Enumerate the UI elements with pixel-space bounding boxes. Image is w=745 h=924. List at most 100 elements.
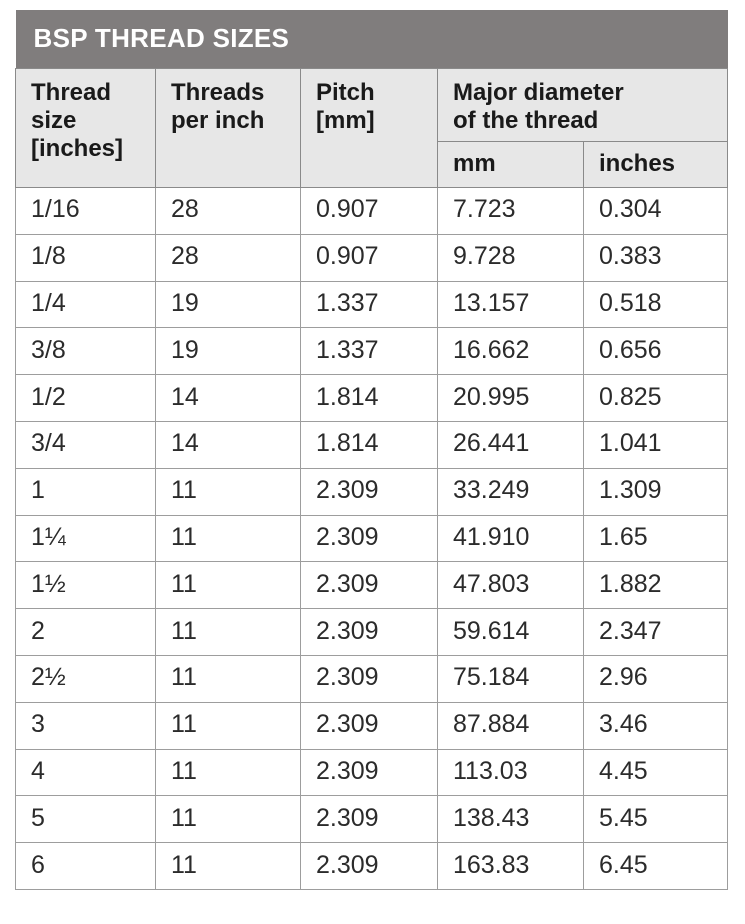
cell-threads-per-inch: 19 (155, 280, 301, 329)
cell-major-diameter-inches: 0.656 (582, 327, 729, 376)
cell-major-diameter-mm: 7.723 (437, 187, 584, 235)
cell-major-diameter-mm: 33.249 (437, 467, 584, 516)
cell-major-diameter-mm: 75.184 (437, 655, 584, 703)
cell-major-diameter-mm: 9.728 (437, 233, 584, 282)
cell-pitch-mm: 0.907 (300, 233, 438, 282)
cell-threads-per-inch: 14 (155, 421, 301, 469)
cell-major-diameter-inches: 1.041 (582, 421, 729, 469)
header-thread-size-line1: Thread (31, 79, 112, 106)
cell-threads-per-inch: 11 (155, 748, 301, 797)
cell-thread-size: 5 (15, 795, 156, 844)
cell-major-diameter-mm: 20.995 (437, 374, 584, 423)
cell-thread-size: 6 (15, 842, 156, 890)
cell-pitch-mm: 2.309 (300, 608, 438, 657)
header-threads-per-inch-line1: Threads (171, 79, 265, 106)
cell-pitch-mm: 1.337 (300, 327, 438, 376)
cell-threads-per-inch: 11 (155, 514, 301, 563)
bsp-thread-sizes-table: BSP THREAD SIZES Thread size [inches] Th… (15, 10, 729, 890)
cell-thread-size: 1/16 (15, 187, 156, 235)
cell-major-diameter-mm: 59.614 (437, 608, 584, 657)
cell-thread-size: 1¼ (15, 514, 156, 563)
cell-major-diameter-mm: 13.157 (437, 280, 584, 329)
table-row: 1/8 28 0.907 9.728 0.383 (15, 233, 729, 282)
cell-major-diameter-mm: 41.910 (437, 514, 584, 563)
cell-thread-size: 1 (15, 467, 156, 516)
cell-pitch-mm: 1.814 (300, 421, 438, 469)
cell-pitch-mm: 0.907 (300, 187, 438, 235)
cell-pitch-mm: 2.309 (300, 701, 438, 750)
header-threads-per-inch-line2: per inch (171, 106, 265, 134)
cell-pitch-mm: 2.309 (300, 514, 438, 563)
cell-thread-size: 1½ (15, 561, 156, 610)
table-row: 1 11 2.309 33.249 1.309 (15, 467, 729, 516)
cell-major-diameter-mm: 87.884 (437, 701, 584, 750)
table-row: 1/4 19 1.337 13.157 0.518 (15, 280, 729, 329)
cell-thread-size: 1/2 (15, 374, 156, 423)
cell-threads-per-inch: 28 (155, 187, 301, 235)
header-major-diameter-line1: Major diameter (453, 79, 624, 106)
cell-major-diameter-mm: 113.03 (437, 748, 584, 797)
cell-major-diameter-inches: 2.96 (582, 655, 729, 703)
table-row: 1/16 28 0.907 7.723 0.304 (15, 187, 729, 235)
table-row: 1¼ 11 2.309 41.910 1.65 (15, 514, 729, 563)
cell-major-diameter-mm: 16.662 (437, 327, 584, 376)
cell-pitch-mm: 2.309 (300, 561, 438, 610)
cell-major-diameter-inches: 1.309 (582, 467, 729, 516)
cell-thread-size: 3 (15, 701, 156, 750)
cell-threads-per-inch: 11 (155, 467, 301, 516)
cell-threads-per-inch: 11 (155, 701, 301, 750)
bsp-thread-sizes-table-container: BSP THREAD SIZES Thread size [inches] Th… (15, 10, 729, 890)
header-pitch-line1: Pitch (316, 79, 375, 106)
table-row: 6 11 2.309 163.83 6.45 (15, 842, 729, 890)
header-pitch-line2: [mm] (316, 106, 375, 134)
table-row: 4 11 2.309 113.03 4.45 (15, 748, 729, 797)
cell-major-diameter-inches: 1.882 (582, 561, 729, 610)
cell-thread-size: 2 (15, 608, 156, 657)
cell-pitch-mm: 2.309 (300, 467, 438, 516)
table-title: BSP THREAD SIZES (15, 10, 728, 69)
cell-pitch-mm: 2.309 (300, 748, 438, 797)
header-thread-size-line3: [inches] (31, 134, 124, 162)
cell-major-diameter-mm: 163.83 (437, 842, 584, 890)
cell-major-diameter-mm: 47.803 (437, 561, 584, 610)
table-row: 1½ 11 2.309 47.803 1.882 (15, 561, 729, 610)
cell-major-diameter-inches: 0.518 (582, 280, 729, 329)
cell-pitch-mm: 2.309 (300, 655, 438, 703)
cell-thread-size: 1/4 (15, 280, 156, 329)
header-major-diameter-inches: inches (582, 140, 729, 189)
cell-major-diameter-mm: 138.43 (437, 795, 584, 844)
cell-thread-size: 3/4 (15, 421, 156, 469)
cell-threads-per-inch: 11 (155, 842, 301, 890)
cell-major-diameter-inches: 5.45 (582, 795, 729, 844)
cell-threads-per-inch: 11 (155, 561, 301, 610)
cell-major-diameter-inches: 1.65 (582, 514, 729, 563)
table-title-row: BSP THREAD SIZES (15, 10, 728, 69)
table-row: 3/8 19 1.337 16.662 0.656 (15, 327, 729, 376)
cell-threads-per-inch: 11 (155, 608, 301, 657)
cell-threads-per-inch: 11 (155, 655, 301, 703)
cell-thread-size: 4 (15, 748, 156, 797)
table-row: 1/2 14 1.814 20.995 0.825 (15, 374, 729, 423)
table-row: 3/4 14 1.814 26.441 1.041 (15, 421, 729, 469)
cell-major-diameter-inches: 0.825 (582, 374, 729, 423)
header-major-diameter-line2: of the thread (453, 106, 599, 134)
table-row: 3 11 2.309 87.884 3.46 (15, 701, 729, 750)
cell-thread-size: 2½ (15, 655, 156, 703)
cell-pitch-mm: 2.309 (300, 842, 438, 890)
cell-major-diameter-inches: 3.46 (582, 701, 729, 750)
table-row: 5 11 2.309 138.43 5.45 (15, 795, 729, 844)
header-thread-size: Thread size [inches] (15, 67, 156, 189)
header-row-primary: Thread size [inches] Threads per inch Pi… (15, 67, 729, 189)
table-body: 1/16 28 0.907 7.723 0.304 1/8 28 0.907 9.728 0.38… (15, 187, 729, 890)
cell-major-diameter-mm: 26.441 (437, 421, 584, 469)
cell-major-diameter-inches: 0.383 (582, 233, 729, 282)
cell-pitch-mm: 1.337 (300, 280, 438, 329)
header-thread-size-line2: size (31, 106, 77, 134)
header-major-diameter-mm: mm (437, 140, 584, 189)
header-threads-per-inch: Threads per inch (155, 67, 301, 189)
header-major-diameter: Major diameter of the thread (436, 68, 729, 142)
cell-major-diameter-inches: 6.45 (582, 842, 729, 890)
cell-threads-per-inch: 14 (155, 374, 301, 423)
cell-threads-per-inch: 28 (155, 233, 301, 282)
cell-major-diameter-inches: 4.45 (582, 748, 729, 797)
